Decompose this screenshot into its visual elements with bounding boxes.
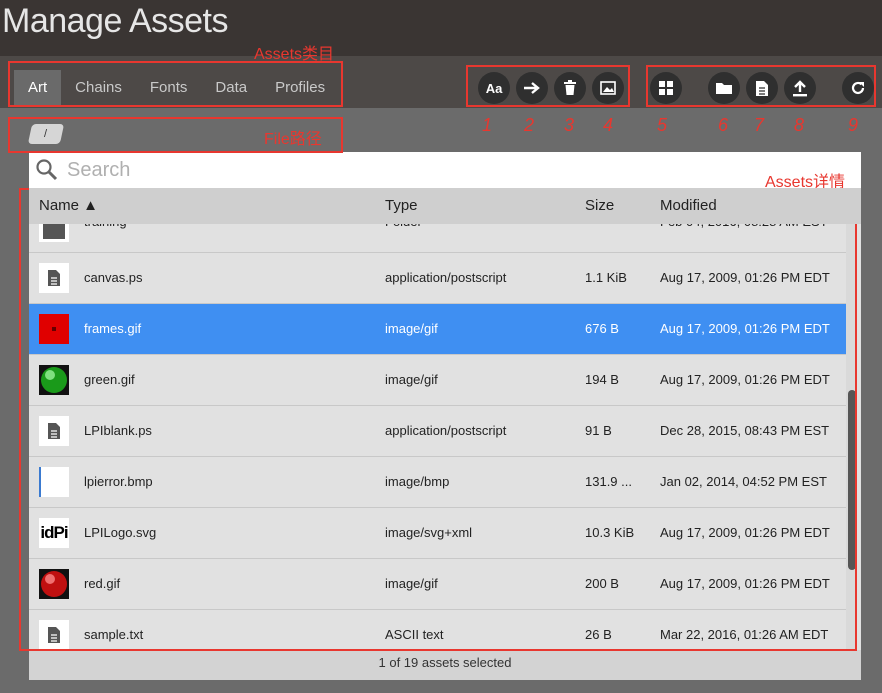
page-title: Manage Assets bbox=[2, 2, 228, 40]
table-header: Name ▲ Type Size Modified bbox=[29, 188, 861, 224]
annotation-number: 9 bbox=[848, 115, 859, 135]
annotation-box-left-actions bbox=[466, 65, 630, 107]
annotation-number: 2 bbox=[524, 115, 535, 135]
annotation-number: 7 bbox=[754, 115, 765, 135]
annotation-box-right-actions bbox=[646, 65, 876, 107]
annotation-number: 4 bbox=[603, 115, 614, 135]
annotation-label-categories: Assets类目 bbox=[254, 46, 335, 63]
annotation-number: 1 bbox=[482, 115, 493, 135]
annotation-box-categories bbox=[8, 61, 343, 107]
column-header-type[interactable]: Type bbox=[385, 197, 418, 214]
annotation-label-path: File路径 bbox=[264, 131, 322, 148]
selection-status: 1 of 19 assets selected bbox=[29, 650, 861, 680]
annotation-number: 6 bbox=[718, 115, 729, 135]
column-header-size[interactable]: Size bbox=[585, 197, 614, 214]
column-header-modified[interactable]: Modified bbox=[660, 197, 717, 214]
column-header-name[interactable]: Name ▲ bbox=[39, 197, 98, 214]
search-bar bbox=[29, 152, 861, 188]
annotation-number: 5 bbox=[657, 115, 668, 135]
annotation-number: 8 bbox=[794, 115, 805, 135]
annotation-box-details bbox=[19, 188, 857, 651]
search-input[interactable] bbox=[67, 158, 767, 182]
search-icon bbox=[36, 159, 58, 181]
annotation-number: 3 bbox=[564, 115, 575, 135]
